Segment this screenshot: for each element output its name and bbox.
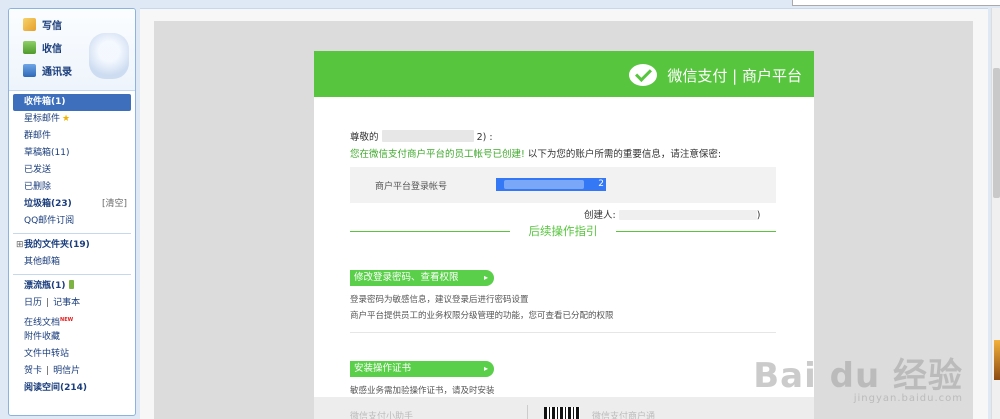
star-icon: ★ <box>62 114 71 124</box>
bottle-icon <box>68 280 74 289</box>
greeting-cards-link[interactable]: 贺卡 <box>24 366 42 376</box>
email-canvas: 微信支付 | 商户平台 尊敬的 2) : 您在微信支付商户平台的员工帐号已创建!… <box>154 21 973 419</box>
notice-text: 您在微信支付商户平台的员工帐号已创建! 以下为您的账户所需的重要信息，请注意保密… <box>350 146 721 160</box>
account-value-tail: 2 <box>598 179 604 189</box>
folder-drafts[interactable]: 草稿箱(11) <box>9 145 135 162</box>
redacted-name <box>381 130 474 142</box>
account-label: 商户平台登录帐号 <box>375 182 448 192</box>
brand: 微信支付 | 商户平台 <box>629 64 802 86</box>
mail-view: 微信支付 | 商户平台 尊敬的 2) : 您在微信支付商户平台的员工帐号已创建!… <box>140 8 988 419</box>
qq-penguin-icon <box>89 33 129 79</box>
step1-description-2: 商户平台提供员工的业务权限分级管理的功能，您可查看已分配的权限 <box>350 311 614 321</box>
folder-group[interactable]: 群邮件 <box>9 128 135 145</box>
creator-tail: ) <box>756 210 761 221</box>
notice-rest: 以下为您的账户所需的重要信息，请注意保密: <box>527 149 722 160</box>
greeting-suffix: 2) : <box>476 132 493 143</box>
postcards-link[interactable]: 明信片 <box>53 366 80 376</box>
greeting: 尊敬的 2) : <box>350 129 493 143</box>
notice-green: 您在微信支付商户平台的员工帐号已创建! <box>350 149 525 160</box>
email-footer: 微信支付小助手 微信支付商户通 <box>314 397 814 419</box>
write-label: 写信 <box>42 21 62 32</box>
wechat-pay-icon <box>629 64 658 86</box>
watermark-logo: Bai du 经验 <box>753 356 963 396</box>
redacted-account <box>504 180 584 189</box>
folder-starred-label: 星标邮件 <box>24 114 61 124</box>
other-mailboxes[interactable]: 其他邮箱 <box>9 254 135 271</box>
install-certificate-link[interactable]: 安装操作证书 <box>350 361 494 377</box>
pen-icon <box>23 18 36 31</box>
email-header: 微信支付 | 商户平台 <box>314 51 814 97</box>
receive-label: 收信 <box>42 44 62 55</box>
contacts-icon <box>23 64 36 77</box>
my-folders[interactable]: ⊞ 我的文件夹(19) <box>9 237 135 254</box>
step2-description: 敏感业务需加验操作证书，请及时安装 <box>350 386 495 396</box>
change-password-link[interactable]: 修改登录密码、查看权限 <box>350 270 494 286</box>
folder-subscriptions[interactable]: QQ邮件订阅 <box>9 213 135 230</box>
folder-sent[interactable]: 已发送 <box>9 162 135 179</box>
online-docs[interactable]: 在线文档NEW <box>9 312 135 329</box>
expand-icon[interactable]: ⊞ <box>16 237 24 254</box>
divider <box>13 233 131 234</box>
folder-starred[interactable]: 星标邮件 ★ <box>9 111 135 128</box>
step1-description-1: 登录密码为敏感信息，建议登录后进行密码设置 <box>350 295 529 305</box>
divider <box>13 274 131 275</box>
notes-link[interactable]: 记事本 <box>53 298 80 308</box>
folder-inbox[interactable]: 收件箱(1) <box>13 94 131 111</box>
folder-spam-label: 垃圾箱(23) <box>24 199 72 209</box>
reading-space[interactable]: 阅读空间(214) <box>9 380 135 397</box>
folder-deleted[interactable]: 已删除 <box>9 179 135 196</box>
creator: 创建人: ) <box>584 207 760 221</box>
empty-spam-button[interactable]: [清空] <box>102 196 127 213</box>
receive-link[interactable]: 收信 <box>23 40 62 55</box>
top-right-box <box>792 0 1000 6</box>
folder-spam[interactable]: 垃圾箱(23) [清空] <box>9 196 135 213</box>
email-card: 微信支付 | 商户平台 尊敬的 2) : 您在微信支付商户平台的员工帐号已创建!… <box>314 51 814 419</box>
baidu-watermark: Bai du 经验 jingyan.baidu.com <box>753 348 963 404</box>
calendar-notes-row: 日历 | 记事本 <box>24 298 81 308</box>
drift-bottle[interactable]: 漂流瓶(1) <box>9 278 135 295</box>
my-folders-label: 我的文件夹(19) <box>24 240 90 250</box>
drift-bottle-label: 漂流瓶(1) <box>24 281 66 291</box>
online-docs-label: 在线文档 <box>24 318 61 328</box>
footer-assistant: 微信支付小助手 <box>350 412 414 419</box>
divider <box>350 332 776 333</box>
account-box: 商户平台登录帐号 2 <box>350 167 776 203</box>
attachments[interactable]: 附件收藏 <box>9 329 135 346</box>
cards-row: 贺卡 | 明信片 <box>24 366 81 376</box>
edge-thumbnail <box>994 340 1000 380</box>
file-transfer[interactable]: 文件中转站 <box>9 346 135 363</box>
contacts-link[interactable]: 通讯录 <box>23 63 72 78</box>
quick-actions: 写信 收信 通讯录 <box>9 9 135 91</box>
account-value[interactable]: 2 <box>496 178 606 191</box>
section-title: 后续操作指引 <box>350 223 776 239</box>
qr-code-icon <box>544 407 580 419</box>
greeting-prefix: 尊敬的 <box>350 132 379 143</box>
new-badge: NEW <box>60 317 74 323</box>
footer-merchant: 微信支付商户通 <box>592 412 656 419</box>
brand-title: 微信支付 | 商户平台 <box>667 66 802 85</box>
redacted-creator <box>618 210 757 220</box>
sidebar: 写信 收信 通讯录 收件箱(1) 星标邮件 ★ 群邮件 草稿箱(11) 已发送 已… <box>8 8 136 416</box>
write-link[interactable]: 写信 <box>23 17 62 32</box>
contacts-label: 通讯录 <box>42 67 72 78</box>
folder-list: 收件箱(1) 星标邮件 ★ 群邮件 草稿箱(11) 已发送 已删除 垃圾箱(23)… <box>9 91 135 400</box>
download-icon <box>23 41 36 54</box>
scrollbar-thumb[interactable] <box>993 68 1000 198</box>
creator-label: 创建人: <box>584 210 616 221</box>
calendar-link[interactable]: 日历 <box>24 298 42 308</box>
